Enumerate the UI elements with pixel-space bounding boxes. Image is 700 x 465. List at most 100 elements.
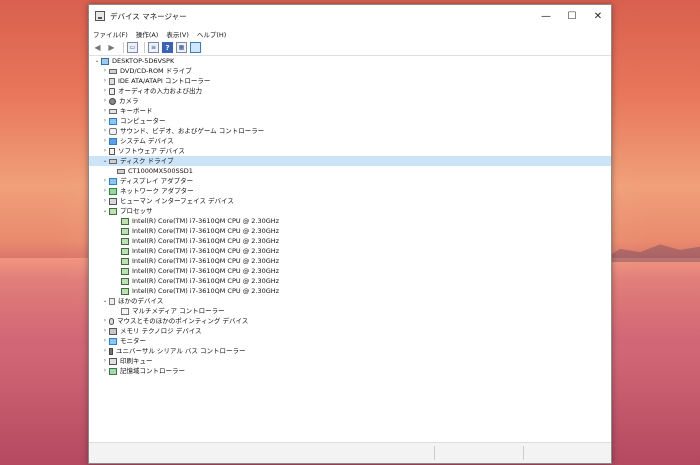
help-icon[interactable]: ? (162, 42, 173, 53)
tree-item-cpu[interactable]: Intel(R) Core(TM) i7-3610QM CPU @ 2.30GH… (89, 286, 611, 296)
tree-item-label: Intel(R) Core(TM) i7-3610QM CPU @ 2.30GH… (132, 217, 280, 225)
hid-icon (109, 197, 117, 205)
close-button[interactable]: ✕ (585, 5, 611, 27)
usb-icon (109, 347, 113, 355)
tree-item-network[interactable]: › ネットワーク アダプター (89, 186, 611, 196)
tree-item-print-queue[interactable]: › 印刷キュー (89, 356, 611, 366)
tree-item-display[interactable]: › ディスプレイ アダプター (89, 176, 611, 186)
tree-item-label: ヒューマン インターフェイス デバイス (120, 197, 234, 205)
tree-item-hid[interactable]: › ヒューマン インターフェイス デバイス (89, 196, 611, 206)
collapsed-chevron-icon[interactable]: › (101, 366, 109, 376)
tree-item-monitor[interactable]: › モニター (89, 336, 611, 346)
tree-item-cpu[interactable]: Intel(R) Core(TM) i7-3610QM CPU @ 2.30GH… (89, 276, 611, 286)
collapsed-chevron-icon[interactable]: › (101, 316, 109, 326)
tree-item-ssd[interactable]: CT1000MX500SSD1 (89, 166, 611, 176)
tree-item-sound[interactable]: › サウンド、ビデオ、およびゲーム コントローラー (89, 126, 611, 136)
tree-item-memory[interactable]: › メモリ テクノロジ デバイス (89, 326, 611, 336)
monitor-icon (109, 337, 117, 345)
tree-item-computer[interactable]: › コンピューター (89, 116, 611, 126)
back-arrow-icon[interactable]: ◀ (92, 42, 103, 53)
tree-item-cpu[interactable]: Intel(R) Core(TM) i7-3610QM CPU @ 2.30GH… (89, 246, 611, 256)
status-bar-separator (523, 446, 524, 460)
processor-icon (121, 237, 129, 245)
dvd-drive-icon (109, 68, 117, 74)
processor-icon (121, 257, 129, 265)
tree-item-label: カメラ (119, 97, 139, 105)
menu-help[interactable]: ヘルプ(H) (197, 29, 226, 39)
tree-item-mouse[interactable]: › マウスとそのほかのポインティング デバイス (89, 316, 611, 326)
disk-drive-icon (117, 168, 125, 174)
forward-arrow-icon[interactable]: ▶ (106, 42, 117, 53)
collapsed-chevron-icon[interactable]: › (101, 96, 109, 106)
tree-item-label: サウンド、ビデオ、およびゲーム コントローラー (120, 127, 265, 135)
collapsed-chevron-icon[interactable]: › (101, 146, 109, 156)
tree-item-dvd[interactable]: › DVD/CD-ROM ドライブ (89, 66, 611, 76)
collapsed-chevron-icon[interactable]: › (101, 326, 109, 336)
audio-io-icon (109, 87, 115, 95)
collapsed-chevron-icon[interactable]: › (101, 116, 109, 126)
properties-icon[interactable]: ≡ (148, 42, 159, 53)
collapsed-chevron-icon[interactable]: › (101, 356, 109, 366)
tree-item-audio-io[interactable]: › オーディオの入力および出力 (89, 86, 611, 96)
expanded-chevron-icon[interactable]: ⌄ (101, 156, 109, 166)
other-device-icon (109, 297, 115, 305)
show-pane-icon[interactable]: ▦ (176, 42, 187, 53)
tree-item-ide[interactable]: › IDE ATA/ATAPI コントローラー (89, 76, 611, 86)
menu-action[interactable]: 操作(A) (136, 29, 159, 39)
collapsed-chevron-icon[interactable]: › (101, 336, 109, 346)
expanded-chevron-icon[interactable]: ⌄ (101, 206, 109, 216)
device-tree: ⌄ DESKTOP-5D6VSPK › DVD/CD-ROM ドライブ › ID… (89, 56, 611, 441)
tree-item-other[interactable]: ⌄ ほかのデバイス (89, 296, 611, 306)
tree-item-software[interactable]: › ソフトウェア デバイス (89, 146, 611, 156)
menu-view[interactable]: 表示(V) (166, 29, 189, 39)
tree-item-label: DVD/CD-ROM ドライブ (120, 67, 192, 75)
tree-item-keyboard[interactable]: › キーボード (89, 106, 611, 116)
expanded-chevron-icon[interactable]: ⌄ (101, 296, 109, 306)
toolbar: ◀ ▶ ▭ ≡ ? ▦ (89, 40, 611, 56)
menu-file[interactable]: ファイル(F) (93, 29, 128, 39)
title-bar[interactable]: デバイス マネージャー — ☐ ✕ (89, 5, 611, 27)
collapsed-chevron-icon[interactable]: › (101, 86, 109, 96)
system-device-icon (109, 137, 117, 145)
tree-item-cpu[interactable]: Intel(R) Core(TM) i7-3610QM CPU @ 2.30GH… (89, 236, 611, 246)
scan-hardware-monitor-icon[interactable] (190, 42, 201, 53)
toolbar-separator (144, 42, 145, 53)
tree-item-label: ディスク ドライブ (120, 157, 174, 165)
tree-item-system[interactable]: › システム デバイス (89, 136, 611, 146)
software-device-icon (109, 147, 115, 155)
tree-item-multimedia[interactable]: マルチメディア コントローラー (89, 306, 611, 316)
tree-item-cpu[interactable]: Intel(R) Core(TM) i7-3610QM CPU @ 2.30GH… (89, 256, 611, 266)
tree-item-cpu[interactable]: Intel(R) Core(TM) i7-3610QM CPU @ 2.30GH… (89, 226, 611, 236)
tree-item-label: ユニバーサル シリアル バス コントローラー (116, 347, 246, 355)
tree-item-label: コンピューター (120, 117, 166, 125)
maximize-button[interactable]: ☐ (559, 5, 585, 27)
ide-controller-icon (109, 77, 115, 85)
tree-root[interactable]: ⌄ DESKTOP-5D6VSPK (89, 56, 611, 66)
tree-item-processor[interactable]: ⌄ プロセッサ (89, 206, 611, 216)
collapsed-chevron-icon[interactable]: › (101, 186, 109, 196)
collapsed-chevron-icon[interactable]: › (101, 66, 109, 76)
collapsed-chevron-icon[interactable]: › (101, 136, 109, 146)
tree-item-cpu[interactable]: Intel(R) Core(TM) i7-3610QM CPU @ 2.30GH… (89, 266, 611, 276)
expanded-chevron-icon[interactable]: ⌄ (93, 56, 101, 66)
collapsed-chevron-icon[interactable]: › (101, 196, 109, 206)
tree-item-label: ほかのデバイス (118, 297, 164, 305)
collapsed-chevron-icon[interactable]: › (101, 126, 109, 136)
show-hide-console-tree-icon[interactable]: ▭ (127, 42, 138, 53)
tree-item-disk[interactable]: ⌄ ディスク ドライブ (89, 156, 611, 166)
collapsed-chevron-icon[interactable]: › (101, 346, 109, 356)
minimize-button[interactable]: — (533, 5, 559, 27)
menu-bar: ファイル(F) 操作(A) 表示(V) ヘルプ(H) (89, 27, 611, 40)
tree-item-label: マウスとそのほかのポインティング デバイス (117, 317, 249, 325)
processor-icon (121, 267, 129, 275)
collapsed-chevron-icon[interactable]: › (101, 106, 109, 116)
unknown-device-warning-icon (121, 307, 129, 315)
camera-icon (109, 97, 116, 105)
tree-item-storage[interactable]: › 記憶域コントローラー (89, 366, 611, 376)
tree-item-camera[interactable]: › カメラ (89, 96, 611, 106)
tree-item-cpu[interactable]: Intel(R) Core(TM) i7-3610QM CPU @ 2.30GH… (89, 216, 611, 226)
collapsed-chevron-icon[interactable]: › (101, 76, 109, 86)
tree-item-label: Intel(R) Core(TM) i7-3610QM CPU @ 2.30GH… (132, 267, 280, 275)
collapsed-chevron-icon[interactable]: › (101, 176, 109, 186)
tree-item-usb[interactable]: › ユニバーサル シリアル バス コントローラー (89, 346, 611, 356)
